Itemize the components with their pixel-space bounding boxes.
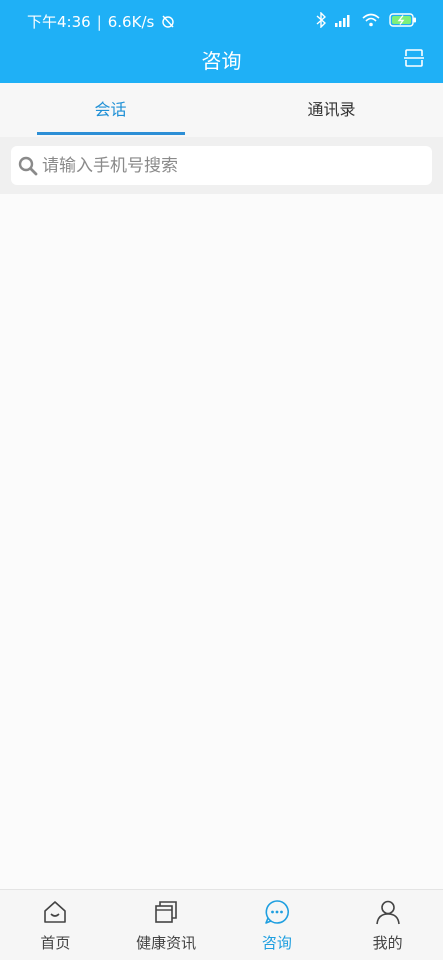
nav-health-news-label: 健康资讯: [136, 934, 197, 952]
nav-mine[interactable]: 我的: [332, 890, 443, 960]
search-icon: [18, 156, 38, 176]
search-input[interactable]: [42, 146, 427, 185]
scan-button[interactable]: [403, 47, 425, 69]
scan-icon: [404, 49, 424, 67]
tab-contacts[interactable]: 通讯录: [221, 83, 442, 137]
nav-home-label: 首页: [40, 934, 71, 952]
status-separator: |: [96, 13, 102, 31]
chat-icon: [265, 900, 289, 924]
tab-active-indicator: [37, 132, 185, 135]
page-title: 咨询: [201, 49, 242, 73]
status-bar: 下午4:36 | 6.6K/s: [0, 0, 443, 38]
search-area: [0, 137, 443, 194]
battery-icon: [389, 13, 416, 27]
news-icon: [155, 901, 177, 923]
status-speed: 6.6K/s: [107, 13, 155, 31]
app-header: 下午4:36 | 6.6K/s 咨询: [0, 0, 443, 83]
search-box[interactable]: [11, 146, 432, 185]
status-icons: [316, 11, 417, 29]
nav-health-news[interactable]: 健康资讯: [111, 890, 222, 960]
nav-consult-label: 咨询: [261, 934, 292, 952]
bluetooth-icon: [316, 12, 326, 28]
tab-bar: 会话 通讯录: [0, 83, 443, 137]
signal-icon: [335, 15, 350, 27]
alarm-off-icon: [162, 15, 174, 28]
status-time: 下午4:36: [27, 13, 91, 31]
nav-mine-label: 我的: [372, 934, 403, 952]
tab-conversations[interactable]: 会话: [0, 83, 221, 137]
conversation-list: [0, 194, 443, 889]
bottom-nav: 首页 健康资讯 咨询 我的: [0, 889, 443, 960]
status-left: 下午4:36 | 6.6K/s: [27, 11, 175, 32]
nav-home[interactable]: 首页: [0, 890, 111, 960]
wifi-icon: [362, 13, 380, 27]
person-icon: [375, 900, 400, 925]
home-icon: [44, 901, 67, 923]
nav-consult[interactable]: 咨询: [222, 890, 333, 960]
